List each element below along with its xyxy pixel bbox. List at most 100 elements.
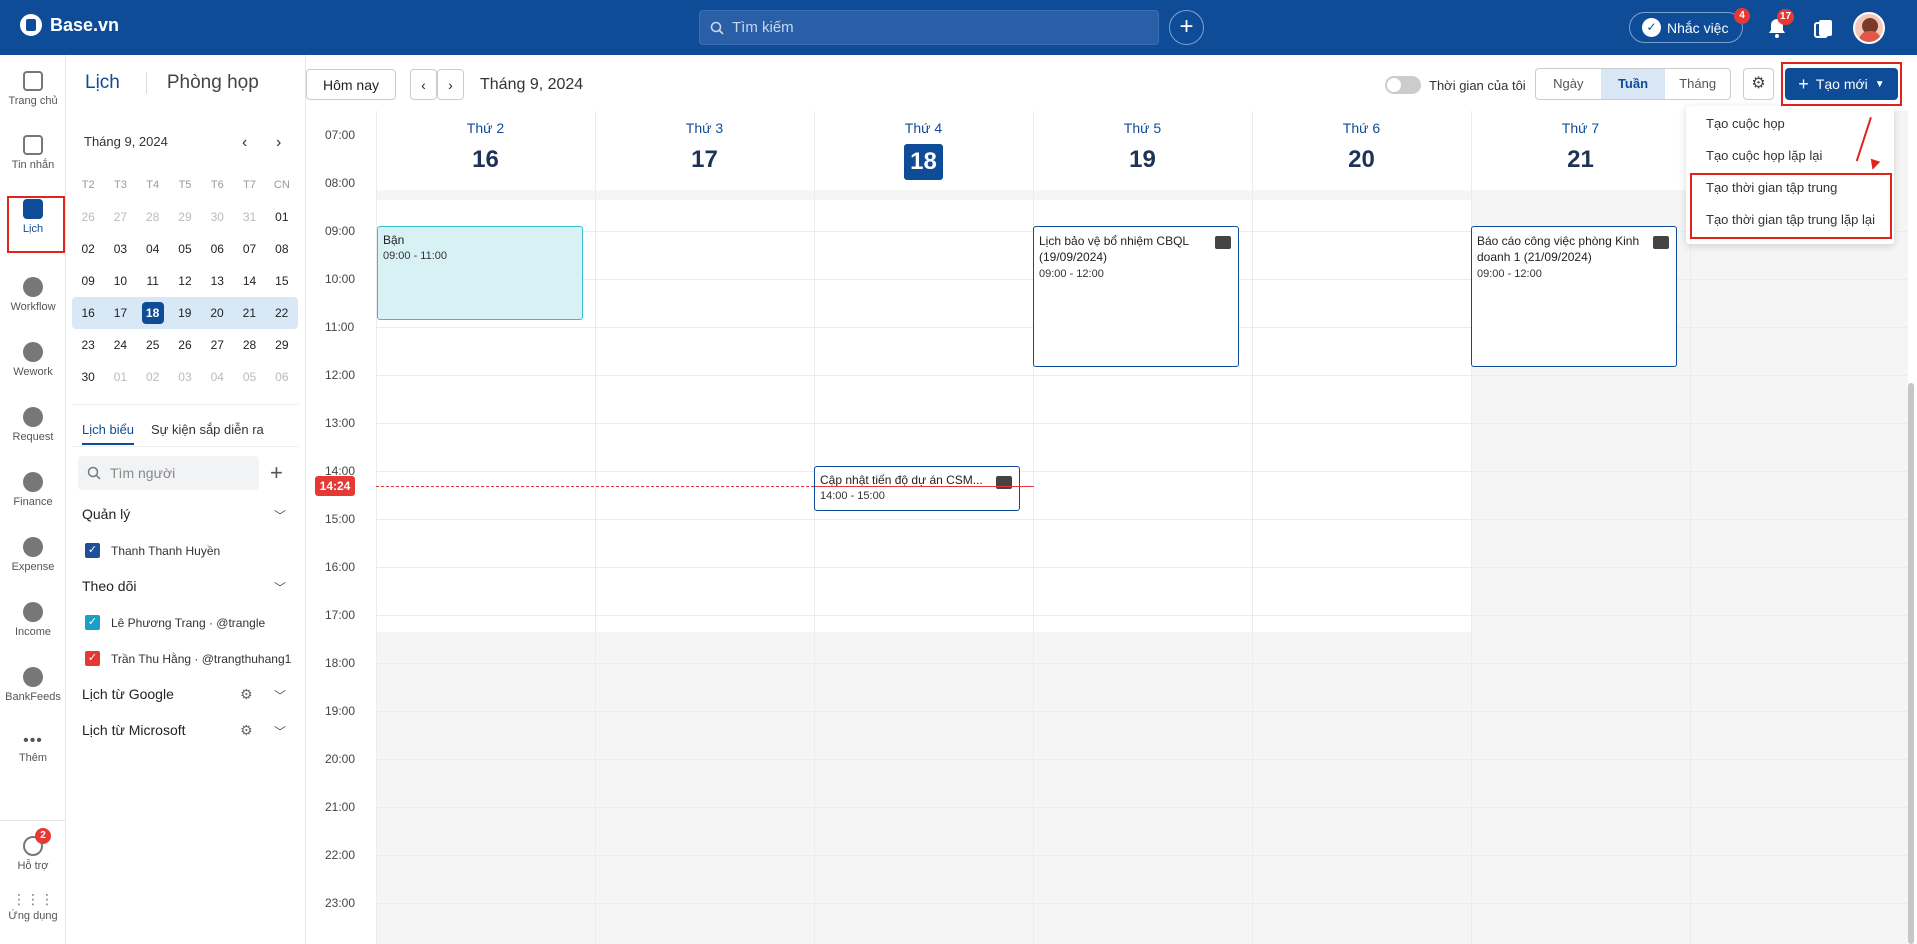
- mini-day[interactable]: 29: [266, 338, 298, 352]
- mini-day[interactable]: 30: [201, 210, 233, 224]
- mini-day[interactable]: 30: [72, 370, 104, 384]
- menu-item-create-meeting[interactable]: Tạo cuộc họp: [1706, 116, 1785, 131]
- add-person-icon[interactable]: +: [270, 460, 283, 486]
- mini-day[interactable]: 28: [233, 338, 265, 352]
- mini-day[interactable]: 13: [201, 274, 233, 288]
- mini-day[interactable]: 27: [201, 338, 233, 352]
- mini-day[interactable]: 25: [137, 338, 169, 352]
- mini-day[interactable]: 06: [266, 370, 298, 384]
- nav-finance[interactable]: Finance: [0, 472, 66, 508]
- search-input[interactable]: Tìm kiếm: [699, 10, 1159, 45]
- chevron-down-icon[interactable]: ﹀: [274, 723, 286, 740]
- day-header[interactable]: Thứ 7 21: [1471, 120, 1690, 174]
- section-manage[interactable]: Quản lý: [82, 506, 130, 522]
- remind-button[interactable]: ✓ Nhắc việc: [1629, 12, 1743, 43]
- nav-wework[interactable]: Wework: [0, 342, 66, 378]
- nav-help[interactable]: Hỗ trợ: [0, 836, 66, 872]
- menu-item-create-recurring-meeting[interactable]: Tạo cuộc họp lặp lại: [1706, 148, 1822, 163]
- mini-day[interactable]: 09: [72, 274, 104, 288]
- nav-request[interactable]: Request: [0, 407, 66, 443]
- user-avatar[interactable]: [1853, 12, 1885, 44]
- section-google-calendar[interactable]: Lịch từ Google: [82, 686, 174, 702]
- mini-day[interactable]: 23: [72, 338, 104, 352]
- event-busy[interactable]: Bận 09:00 - 11:00: [377, 226, 583, 320]
- mini-day[interactable]: 08: [266, 242, 298, 256]
- mini-day[interactable]: 26: [169, 338, 201, 352]
- tab-calendar[interactable]: Lịch: [85, 72, 147, 94]
- mini-day[interactable]: 07: [233, 242, 265, 256]
- section-follow[interactable]: Theo dõi: [82, 578, 136, 594]
- mini-day[interactable]: 22: [265, 306, 297, 320]
- nav-messages[interactable]: Tin nhắn: [0, 135, 66, 171]
- mini-day[interactable]: 19: [169, 306, 201, 320]
- event-csm-update[interactable]: Cập nhật tiến độ dự án CSM... 14:00 - 15…: [814, 466, 1020, 511]
- mini-day[interactable]: 03: [169, 370, 201, 384]
- nav-bankfeeds[interactable]: BankFeeds: [0, 667, 66, 703]
- mini-day[interactable]: 02: [137, 370, 169, 384]
- mini-day[interactable]: 04: [201, 370, 233, 384]
- scrollbar[interactable]: [1908, 383, 1914, 944]
- nav-expense[interactable]: Expense: [0, 537, 66, 573]
- checkbox-checked[interactable]: ✓: [85, 615, 100, 630]
- follow-person[interactable]: ✓ Lê Phương Trang · @trangle: [85, 615, 265, 630]
- settings-gear-icon[interactable]: ⚙: [1743, 68, 1774, 100]
- view-week-tab[interactable]: Tuần: [1600, 69, 1666, 99]
- day-header[interactable]: Thứ 6 20: [1252, 120, 1471, 174]
- nav-apps[interactable]: ⋮⋮⋮ Ứng dụng: [0, 892, 66, 922]
- mini-day[interactable]: 24: [104, 338, 136, 352]
- quick-add-button[interactable]: +: [1169, 10, 1204, 45]
- mini-day-today[interactable]: 18: [141, 302, 164, 324]
- mini-day[interactable]: 06: [201, 242, 233, 256]
- mini-day[interactable]: 15: [266, 274, 298, 288]
- prev-week-icon[interactable]: ‹: [410, 69, 437, 100]
- mini-day[interactable]: 17: [104, 306, 136, 320]
- checkbox-checked[interactable]: ✓: [85, 651, 100, 666]
- mini-day[interactable]: 28: [137, 210, 169, 224]
- view-month-tab[interactable]: Tháng: [1665, 69, 1730, 99]
- follow-person[interactable]: ✓ Trần Thu Hằng · @trangthuhang1: [85, 651, 291, 666]
- chevron-down-icon[interactable]: ﹀: [274, 687, 286, 704]
- nav-home[interactable]: Trang chủ: [0, 71, 66, 107]
- event-sales-report[interactable]: Báo cáo công việc phòng Kinh doanh 1 (21…: [1471, 226, 1677, 367]
- account-settings-icon[interactable]: ⚙: [240, 722, 253, 739]
- tab-upcoming-events[interactable]: Sự kiện sắp diễn ra: [151, 422, 264, 437]
- day-header[interactable]: Thứ 3 17: [595, 120, 814, 174]
- tab-schedule[interactable]: Lịch biểu: [82, 422, 135, 445]
- checkbox-checked[interactable]: ✓: [85, 543, 100, 558]
- mini-day[interactable]: 10: [104, 274, 136, 288]
- manage-person[interactable]: ✓ Thanh Thanh Huyền: [85, 543, 220, 558]
- mini-next-icon[interactable]: ›: [276, 134, 281, 152]
- mini-day[interactable]: 26: [72, 210, 104, 224]
- mini-day[interactable]: 29: [169, 210, 201, 224]
- mini-prev-icon[interactable]: ‹: [242, 134, 247, 152]
- section-microsoft-calendar[interactable]: Lịch từ Microsoft: [82, 722, 186, 738]
- mini-day[interactable]: 21: [233, 306, 265, 320]
- mini-day[interactable]: 01: [266, 210, 298, 224]
- mini-day[interactable]: 05: [169, 242, 201, 256]
- mini-day[interactable]: 20: [201, 306, 233, 320]
- mini-day[interactable]: 03: [104, 242, 136, 256]
- mini-day[interactable]: 27: [104, 210, 136, 224]
- account-settings-icon[interactable]: ⚙: [240, 686, 253, 703]
- chevron-down-icon[interactable]: ﹀: [274, 579, 286, 596]
- mini-day[interactable]: 14: [233, 274, 265, 288]
- mini-day[interactable]: 05: [233, 370, 265, 384]
- people-search-input[interactable]: Tìm người: [78, 456, 259, 490]
- day-header-today[interactable]: Thứ 4 18: [814, 120, 1033, 180]
- nav-more[interactable]: ••• Thêm: [0, 732, 66, 764]
- mini-day[interactable]: 31: [233, 210, 265, 224]
- my-time-toggle[interactable]: [1385, 76, 1421, 94]
- mini-day[interactable]: 16: [72, 306, 104, 320]
- mini-day[interactable]: 04: [137, 242, 169, 256]
- mini-day[interactable]: 02: [72, 242, 104, 256]
- mini-day[interactable]: 11: [137, 274, 169, 288]
- event-cbql[interactable]: Lịch bảo vệ bổ nhiệm CBQL (19/09/2024) 0…: [1033, 226, 1239, 367]
- nav-income[interactable]: Income: [0, 602, 66, 638]
- logo[interactable]: Base.vn: [20, 14, 119, 36]
- chevron-down-icon[interactable]: ﹀: [274, 507, 286, 524]
- tab-meeting-rooms[interactable]: Phòng họp: [147, 72, 259, 94]
- day-header[interactable]: Thứ 2 16: [376, 120, 595, 174]
- today-button[interactable]: Hôm nay: [306, 69, 396, 100]
- next-week-icon[interactable]: ›: [437, 69, 464, 100]
- day-header[interactable]: Thứ 5 19: [1033, 120, 1252, 174]
